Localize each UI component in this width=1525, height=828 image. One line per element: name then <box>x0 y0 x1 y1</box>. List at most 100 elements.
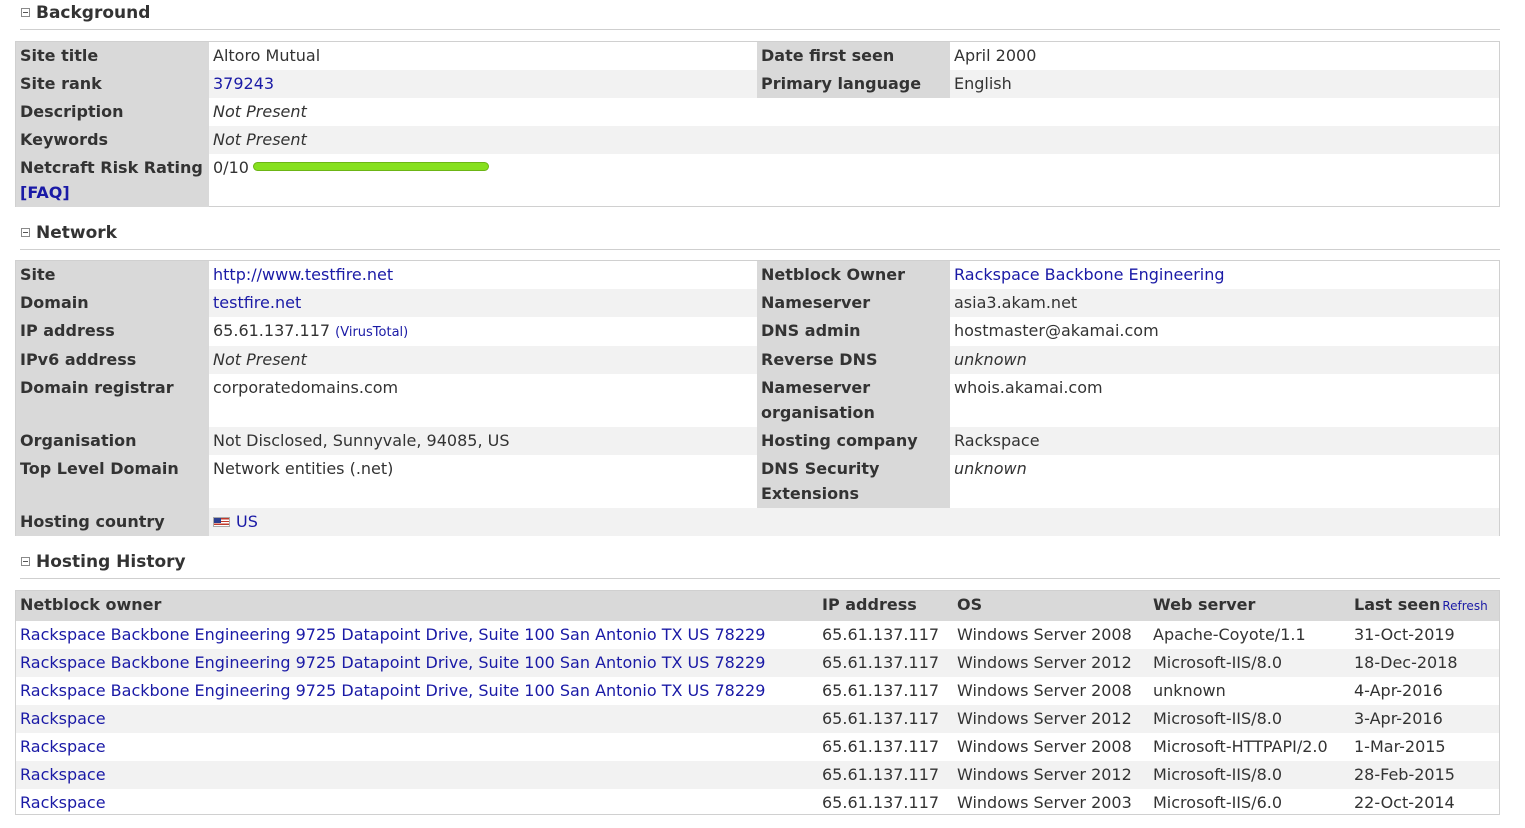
os-cell: Windows Server 2008 <box>957 681 1132 700</box>
netblock-owner-link[interactable]: Rackspace <box>20 709 106 728</box>
hosting-country-label: Hosting country <box>16 508 209 536</box>
section-title: Hosting History <box>36 552 186 572</box>
netblock-owner-link[interactable]: Rackspace Backbone Engineering 9725 Data… <box>20 681 765 700</box>
site-rank-link[interactable]: 379243 <box>213 74 274 93</box>
date-first-seen-value: April 2000 <box>954 46 1037 65</box>
netblock-owner-link[interactable]: Rackspace Backbone Engineering 9725 Data… <box>20 625 765 644</box>
last-seen-label: Last seen <box>1354 595 1441 614</box>
ip-address-cell: 65.61.137.117 <box>818 705 953 733</box>
netblock-owner-link[interactable]: Rackspace Backbone Engineering <box>954 265 1225 284</box>
ip-address-label: IP address <box>16 317 209 346</box>
domain-link[interactable]: testfire.net <box>213 293 301 312</box>
table-row: Rackspace Backbone Engineering 9725 Data… <box>16 677 1499 705</box>
os-cell: Windows Server 2003 <box>957 793 1132 812</box>
os-cell: Windows Server 2012 <box>953 761 1149 789</box>
netblock-owner-link[interactable]: Rackspace Backbone Engineering 9725 Data… <box>20 653 765 672</box>
keywords-label: Keywords <box>16 126 209 154</box>
last-seen-cell: 28-Feb-2015 <box>1350 761 1499 789</box>
column-header-netblock-owner: Netblock owner <box>16 591 818 621</box>
column-header-web-server: Web server <box>1149 591 1350 621</box>
collapse-icon[interactable] <box>21 228 30 237</box>
table-row: Rackspace Backbone Engineering 9725 Data… <box>16 621 1499 649</box>
netblock-owner-label: Netblock Owner <box>757 261 950 289</box>
ip-address-cell: 65.61.137.117 <box>822 681 940 700</box>
collapse-icon[interactable] <box>21 8 30 17</box>
dns-security-extensions-value: unknown <box>954 459 1027 478</box>
site-title-value: Altoro Mutual <box>213 46 321 65</box>
hosting-country-cell: US <box>209 508 757 536</box>
hosting-country-link[interactable]: US <box>236 512 258 531</box>
dns-security-extensions-label: DNS Security Extensions <box>757 455 950 508</box>
ip-address-value: 65.61.137.117 <box>213 321 331 340</box>
virustotal-close: ) <box>403 325 409 340</box>
web-server-cell: Microsoft-IIS/6.0 <box>1153 793 1283 812</box>
virustotal-link[interactable]: VirusTotal <box>340 325 403 340</box>
risk-rating-value: 0/10 <box>213 158 249 177</box>
description-value: Not Present <box>213 102 307 121</box>
web-server-cell: Microsoft-HTTPAPI/2.0 <box>1153 737 1328 756</box>
ip-address-cell: 65.61.137.117 <box>818 649 953 677</box>
web-server-cell: Microsoft-IIS/8.0 <box>1149 705 1350 733</box>
table-row: Rackspace 65.61.137.117 Windows Server 2… <box>16 761 1499 789</box>
primary-language-label: Primary language <box>757 70 950 98</box>
table-row: Rackspace 65.61.137.117 Windows Server 2… <box>16 705 1499 733</box>
netblock-owner-link[interactable]: Rackspace <box>20 765 106 784</box>
last-seen-cell: 31-Oct-2019 <box>1354 625 1455 644</box>
netblock-owner-link[interactable]: Rackspace <box>20 793 106 812</box>
hosting-history-section-header[interactable]: Hosting History <box>20 549 1500 579</box>
web-server-cell: Apache-Coyote/1.1 <box>1153 625 1306 644</box>
risk-rating-label: Netcraft Risk Rating [FAQ] <box>16 154 209 207</box>
column-header-last-seen: Last seen Refresh <box>1350 591 1499 621</box>
ip-address-cell: 65.61.137.117 <box>818 761 953 789</box>
empty-cell <box>757 508 1499 536</box>
section-title: Background <box>36 3 151 23</box>
ip-address-cell: 65.61.137.117 (VirusTotal) <box>209 317 757 346</box>
last-seen-cell: 22-Oct-2014 <box>1354 793 1455 812</box>
refresh-link[interactable]: Refresh <box>1442 599 1487 613</box>
reverse-dns-value: unknown <box>950 346 1499 374</box>
os-cell: Windows Server 2008 <box>957 625 1132 644</box>
risk-rating-label-text: Netcraft Risk Rating <box>20 158 203 177</box>
ipv6-label: IPv6 address <box>16 346 209 374</box>
column-header-os: OS <box>953 591 1149 621</box>
background-section-header[interactable]: Background <box>20 0 1500 30</box>
last-seen-cell: 1-Mar-2015 <box>1354 737 1446 756</box>
ip-address-cell: 65.61.137.117 <box>822 737 940 756</box>
site-title-label: Site title <box>16 42 209 70</box>
network-section-header[interactable]: Network <box>20 220 1500 250</box>
last-seen-cell: 18-Dec-2018 <box>1350 649 1499 677</box>
web-server-cell: unknown <box>1153 681 1226 700</box>
ip-address-cell: 65.61.137.117 <box>822 625 940 644</box>
nameserver-organisation-value: whois.akamai.com <box>954 378 1103 397</box>
reverse-dns-label: Reverse DNS <box>757 346 950 374</box>
dns-admin-value: hostmaster@akamai.com <box>954 321 1159 340</box>
nameserver-organisation-label: Nameserver organisation <box>757 374 950 427</box>
background-table: Site title Altoro Mutual Date first seen… <box>15 41 1500 207</box>
section-title: Network <box>36 223 117 243</box>
site-link[interactable]: http://www.testfire.net <box>213 265 393 284</box>
collapse-icon[interactable] <box>21 557 30 566</box>
site-rank-label: Site rank <box>16 70 209 98</box>
nameserver-value: asia3.akam.net <box>950 289 1499 317</box>
primary-language-value: English <box>950 70 1499 98</box>
column-header-ip-address: IP address <box>818 591 953 621</box>
risk-faq-link[interactable]: [FAQ] <box>20 183 70 202</box>
domain-registrar-label: Domain registrar <box>16 374 209 427</box>
last-seen-cell: 3-Apr-2016 <box>1350 705 1499 733</box>
web-server-cell: Microsoft-IIS/8.0 <box>1149 649 1350 677</box>
ip-address-cell: 65.61.137.117 <box>822 793 940 812</box>
risk-rating-bar <box>252 162 489 171</box>
dns-admin-label: DNS admin <box>757 317 950 346</box>
netblock-owner-link[interactable]: Rackspace <box>20 737 106 756</box>
domain-label: Domain <box>16 289 209 317</box>
os-cell: Windows Server 2008 <box>957 737 1132 756</box>
hosting-company-label: Hosting company <box>757 427 950 455</box>
keywords-value: Not Present <box>209 126 1499 154</box>
domain-registrar-value: corporatedomains.com <box>213 378 399 397</box>
hosting-company-value: Rackspace <box>950 427 1499 455</box>
table-row: Rackspace Backbone Engineering 9725 Data… <box>16 649 1499 677</box>
organisation-value: Not Disclosed, Sunnyvale, 94085, US <box>209 427 757 455</box>
hosting-history-table: Netblock owner IP address OS Web server … <box>15 590 1500 815</box>
top-level-domain-label: Top Level Domain <box>16 455 209 508</box>
organisation-label: Organisation <box>16 427 209 455</box>
